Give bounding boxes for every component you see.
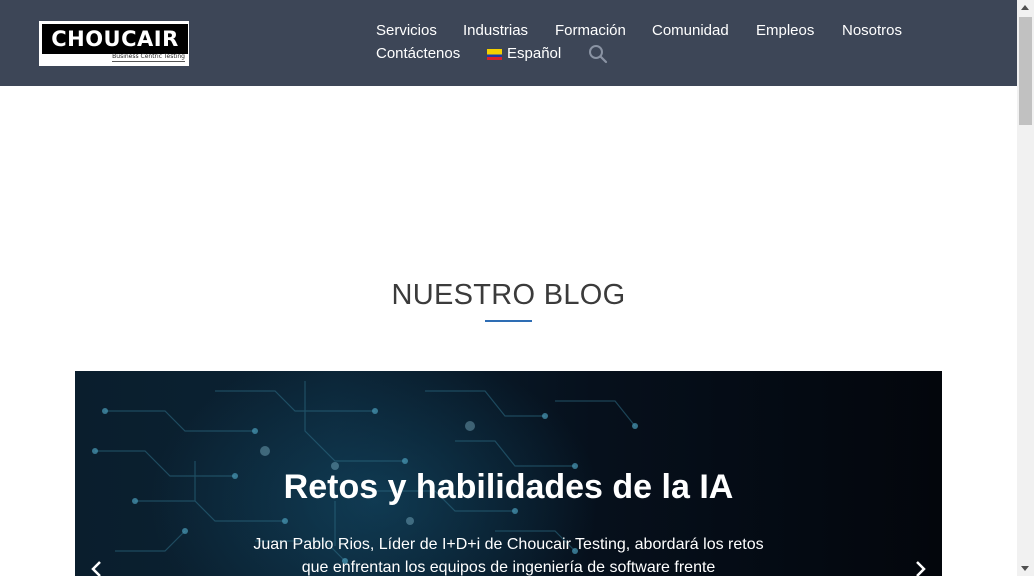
logo-wordmark: CHOUCAIR	[51, 27, 179, 51]
logo-wordmark-box: CHOUCAIR	[42, 24, 188, 54]
scrollbar-thumb[interactable]	[1019, 17, 1032, 125]
search-icon[interactable]	[588, 44, 608, 64]
chevron-right-icon[interactable]	[913, 560, 927, 576]
nav-empleos[interactable]: Empleos	[756, 22, 814, 40]
scroll-down-arrow-icon[interactable]	[1021, 566, 1029, 571]
nav-formacion[interactable]: Formación	[555, 22, 626, 40]
nav-industrias[interactable]: Industrias	[463, 22, 528, 40]
vertical-scrollbar[interactable]	[1017, 0, 1034, 576]
scroll-up-arrow-icon[interactable]	[1021, 5, 1029, 10]
chevron-left-icon[interactable]	[90, 560, 104, 576]
title-underline-divider	[485, 320, 532, 322]
slide-description: Juan Pablo Rios, Líder de I+D+i de Chouc…	[253, 536, 764, 576]
blog-section-title: NUESTRO BLOG	[391, 279, 626, 311]
colombia-flag-icon	[487, 49, 502, 60]
nav-servicios[interactable]: Servicios	[376, 22, 437, 40]
nav-language-espanol[interactable]: Español	[507, 45, 561, 63]
logo-tagline: Business Centric Testing	[112, 53, 185, 62]
nav-contactenos[interactable]: Contáctenos	[376, 45, 460, 63]
site-header: CHOUCAIR Business Centric Testing Servic…	[0, 0, 1017, 86]
choucair-logo[interactable]: CHOUCAIR Business Centric Testing	[39, 21, 189, 66]
nav-nosotros[interactable]: Nosotros	[842, 22, 902, 40]
blog-slider: Retos y habilidades de la IA Juan Pablo …	[75, 371, 942, 576]
nav-comunidad[interactable]: Comunidad	[652, 22, 729, 40]
slide-title[interactable]: Retos y habilidades de la IA	[75, 467, 942, 507]
